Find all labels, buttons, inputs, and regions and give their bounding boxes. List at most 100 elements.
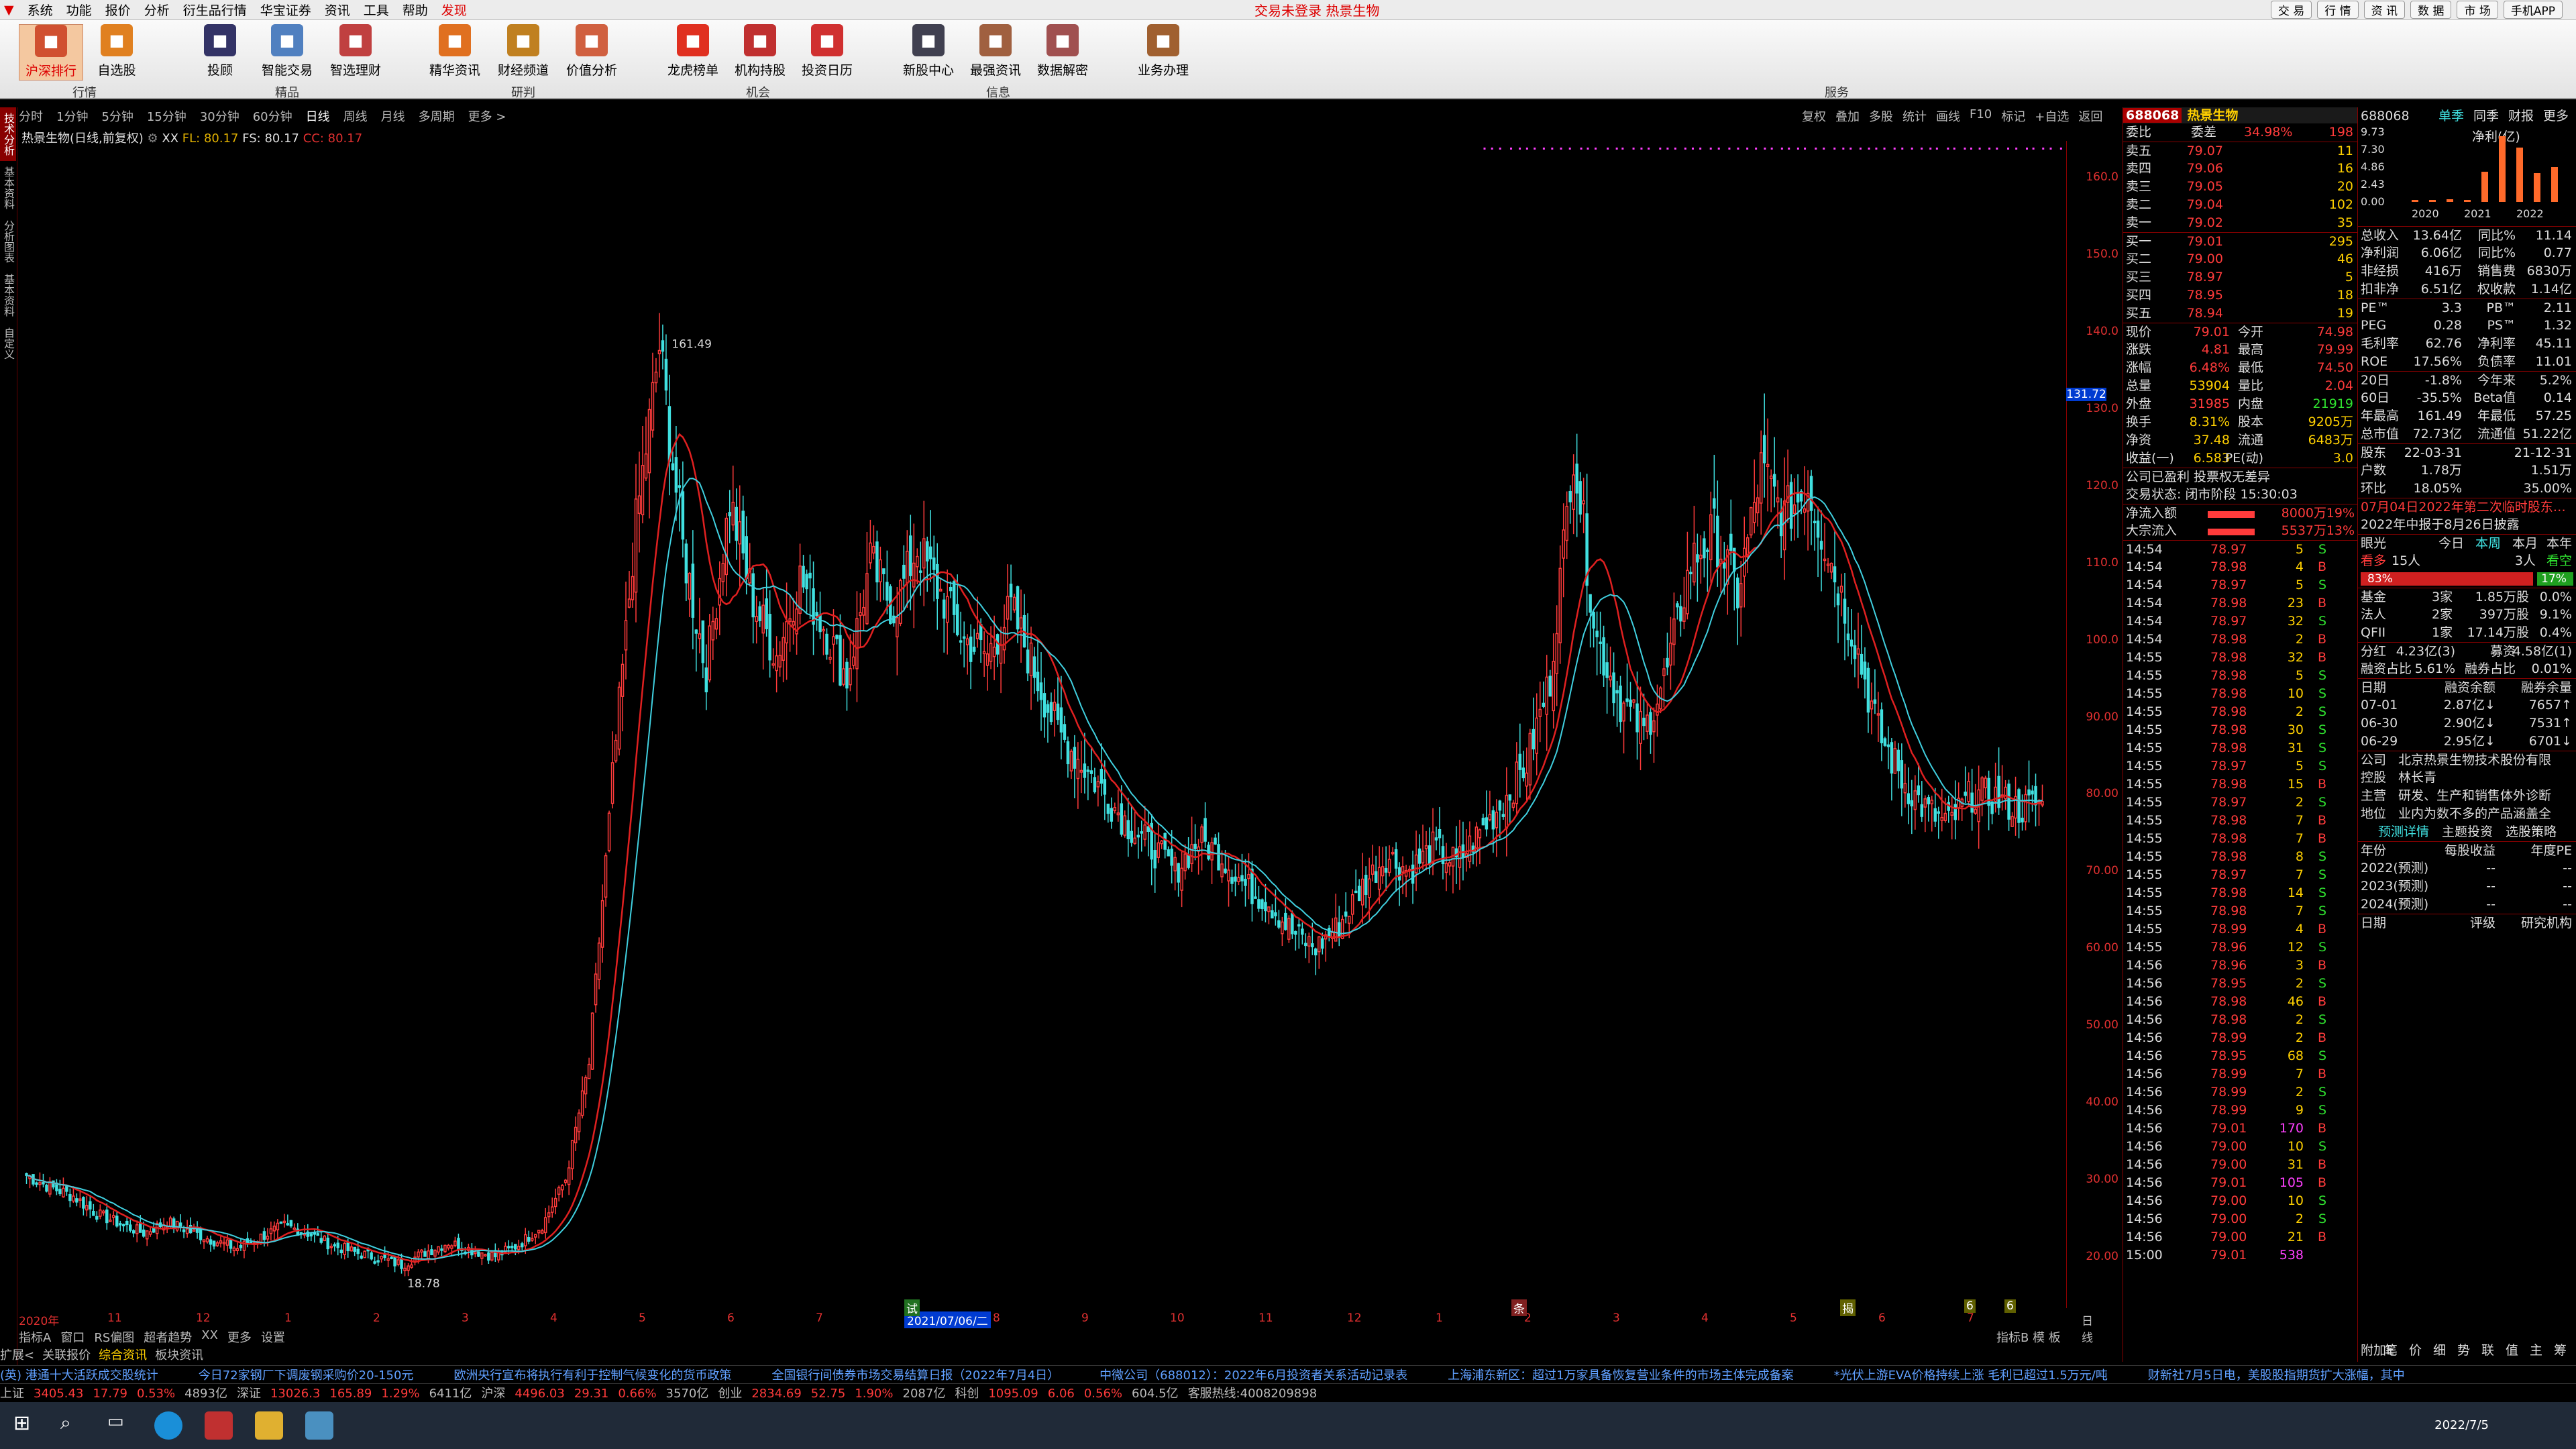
panel-bottom-tab[interactable]: 筹 [2554, 1342, 2567, 1360]
top-nav-button[interactable]: 资 讯 [2363, 1, 2406, 19]
chart-tool-button[interactable]: +自选 [2035, 107, 2069, 125]
period-tab[interactable]: 15分钟 [147, 107, 186, 125]
panel-bottom-tab[interactable]: 联 [2481, 1342, 2494, 1360]
info-tab[interactable]: 板块资讯 [155, 1346, 203, 1363]
menu-item[interactable]: 分析 [144, 3, 170, 18]
top-nav-button[interactable]: 交 易 [2270, 1, 2312, 19]
period-tab[interactable]: 5分钟 [101, 107, 133, 125]
indicator-tab[interactable]: 更多 [227, 1328, 252, 1346]
event-marker[interactable]: 揭 [1840, 1299, 1856, 1316]
finance-tab[interactable]: 更多 [2543, 107, 2569, 125]
chart-tool-button[interactable]: F10 [1970, 107, 1992, 125]
info-tab[interactable]: 扩展< [0, 1346, 34, 1363]
period-tab[interactable]: 60分钟 [253, 107, 292, 125]
finance-tab[interactable]: 同季 [2473, 107, 2499, 125]
menu-item[interactable]: 华宝证券 [260, 3, 311, 18]
indicator-tab[interactable]: 窗口 [60, 1328, 85, 1346]
news-headline[interactable]: (英) 港通十大活跃成交股统计 [0, 1368, 158, 1383]
toolbar-button[interactable]: ■ 业务办理 [1131, 24, 1195, 78]
news-headline[interactable]: 欧洲央行宣布将执行有利于控制气候变化的货币政策 [453, 1368, 731, 1383]
chart-tool-button[interactable]: 统计 [1902, 107, 1927, 125]
toolbar-button[interactable]: ■ 龙虎榜单 [661, 24, 725, 78]
period-tab[interactable]: 1分钟 [56, 107, 88, 125]
finance-tab[interactable]: 单季 [2438, 107, 2464, 125]
toolbar-button[interactable]: ■ 沪深排行 [19, 24, 83, 80]
event-marker[interactable]: 6 [2004, 1299, 2016, 1313]
menu-item[interactable]: 报价 [105, 3, 131, 18]
news-headline[interactable]: 今日72家钢厂下调废钢采购价20-150元 [199, 1368, 414, 1383]
chart-tool-button[interactable]: 画线 [1936, 107, 1960, 125]
info-tab[interactable]: 关联报价 [42, 1346, 91, 1363]
index-name[interactable]: 上证 [0, 1387, 24, 1401]
left-tab[interactable]: 基本资料 [0, 268, 16, 322]
news-headline[interactable]: *光伏上游EVA价格持续上涨 毛利已超过1.5万元/吨 [1834, 1368, 2108, 1383]
toolbar-button[interactable]: ■ 财经频道 [491, 24, 555, 78]
period-tab[interactable]: 周线 [343, 107, 368, 125]
search-icon[interactable]: ⌕ [60, 1411, 89, 1440]
menu-item[interactable]: 系统 [28, 3, 53, 18]
chart-tool-button[interactable]: 叠加 [1835, 107, 1860, 125]
file-explorer-icon[interactable] [255, 1411, 283, 1440]
menu-item[interactable]: 帮助 [402, 3, 428, 18]
news-headline[interactable]: 中微公司（688012）：2022年6月投资者关系活动记录表 [1099, 1368, 1407, 1383]
edge-browser-icon[interactable] [154, 1411, 182, 1440]
period-tab[interactable]: 分时 [19, 107, 43, 125]
event-marker[interactable]: 条 [1511, 1299, 1527, 1316]
indicator-tab[interactable]: 设置 [261, 1328, 285, 1346]
menu-item[interactable]: 发现 [441, 3, 467, 18]
index-name[interactable]: 深证 [237, 1387, 261, 1401]
panel-bottom-tab[interactable]: 势 [2457, 1342, 2470, 1360]
news-headline[interactable]: 财新社7月5日电，美股股指期货扩大涨幅，其中 [2148, 1368, 2405, 1383]
kline-chart[interactable]: 161.49 18.78 [19, 141, 2065, 1308]
toolbar-button[interactable]: ■ 智能交易 [255, 24, 319, 78]
toolbar-button[interactable]: ■ 精华资讯 [423, 24, 487, 78]
windows-start-icon[interactable]: ⊞ [13, 1411, 42, 1440]
panel-bottom-tab[interactable]: 值 [2506, 1342, 2518, 1360]
chart-tool-button[interactable]: 返回 [2078, 107, 2102, 125]
toolbar-button[interactable]: ■ 自选股 [85, 24, 149, 78]
trading-app-icon[interactable] [205, 1411, 233, 1440]
indicator-b-tab[interactable]: 指标B 模 板 [1996, 1328, 2061, 1346]
panel-bottom-tab[interactable]: 价 [2409, 1342, 2422, 1360]
top-nav-button[interactable]: 手机APP [2503, 1, 2563, 19]
toolbar-button[interactable]: ■ 数据解密 [1030, 24, 1095, 78]
period-tab[interactable]: 月线 [381, 107, 405, 125]
left-tab[interactable]: 技术分析 [0, 107, 16, 161]
top-nav-button[interactable]: 市 场 [2457, 1, 2498, 19]
app-icon[interactable] [305, 1411, 333, 1440]
event-marker[interactable]: 6 [1964, 1299, 1976, 1313]
period-tab[interactable]: 日线 [306, 107, 330, 125]
toolbar-button[interactable]: ■ 新股中心 [896, 24, 961, 78]
news-headline[interactable]: 全国银行间债券市场交易结算日报（2022年7月4日） [771, 1368, 1059, 1383]
panel-bottom-tab[interactable]: 笔 [2385, 1342, 2398, 1360]
toolbar-button[interactable]: ■ 价值分析 [559, 24, 624, 78]
finance-tab[interactable]: 财报 [2508, 107, 2534, 125]
period-tab[interactable]: 多周期 [419, 107, 455, 125]
toolbar-button[interactable]: ■ 投顾 [188, 24, 252, 78]
panel-link[interactable]: 选股策略 [2506, 823, 2557, 841]
menu-item[interactable]: 工具 [364, 3, 389, 18]
task-view-icon[interactable]: ▭ [107, 1411, 136, 1440]
panel-bottom-tab[interactable]: 主 [2530, 1342, 2542, 1360]
top-nav-button[interactable]: 数 据 [2410, 1, 2452, 19]
indicator-tab[interactable]: 超者趋势 [144, 1328, 192, 1346]
menu-item[interactable]: 功能 [66, 3, 92, 18]
toolbar-button[interactable]: ■ 机构持股 [728, 24, 792, 78]
chart-tool-button[interactable]: 标记 [2001, 107, 2025, 125]
period-tab[interactable]: 更多 > [468, 107, 506, 125]
index-name[interactable]: 科创 [955, 1387, 979, 1401]
news-ticker[interactable]: (英) 港通十大活跃成交股统计 今日72家钢厂下调废钢采购价20-150元 欧洲央行… [0, 1365, 2576, 1383]
menu-item[interactable]: 衍生品行情 [183, 3, 247, 18]
period-tab[interactable]: 30分钟 [200, 107, 239, 125]
indicator-tab[interactable]: 指标A [19, 1328, 51, 1346]
index-name[interactable]: 创业 [718, 1387, 742, 1401]
panel-link[interactable]: 主题投资 [2442, 823, 2493, 841]
panel-bottom-tab[interactable]: 细 [2433, 1342, 2446, 1360]
top-nav-button[interactable]: 行 情 [2317, 1, 2359, 19]
toolbar-button[interactable]: ■ 智选理财 [323, 24, 388, 78]
chart-tool-button[interactable]: 多股 [1869, 107, 1893, 125]
toolbar-button[interactable]: ■ 最强资讯 [963, 24, 1028, 78]
left-tab[interactable]: 自定义 [0, 322, 16, 365]
chart-tool-button[interactable]: 复权 [1802, 107, 1826, 125]
indicator-tab[interactable]: XX [201, 1328, 218, 1346]
